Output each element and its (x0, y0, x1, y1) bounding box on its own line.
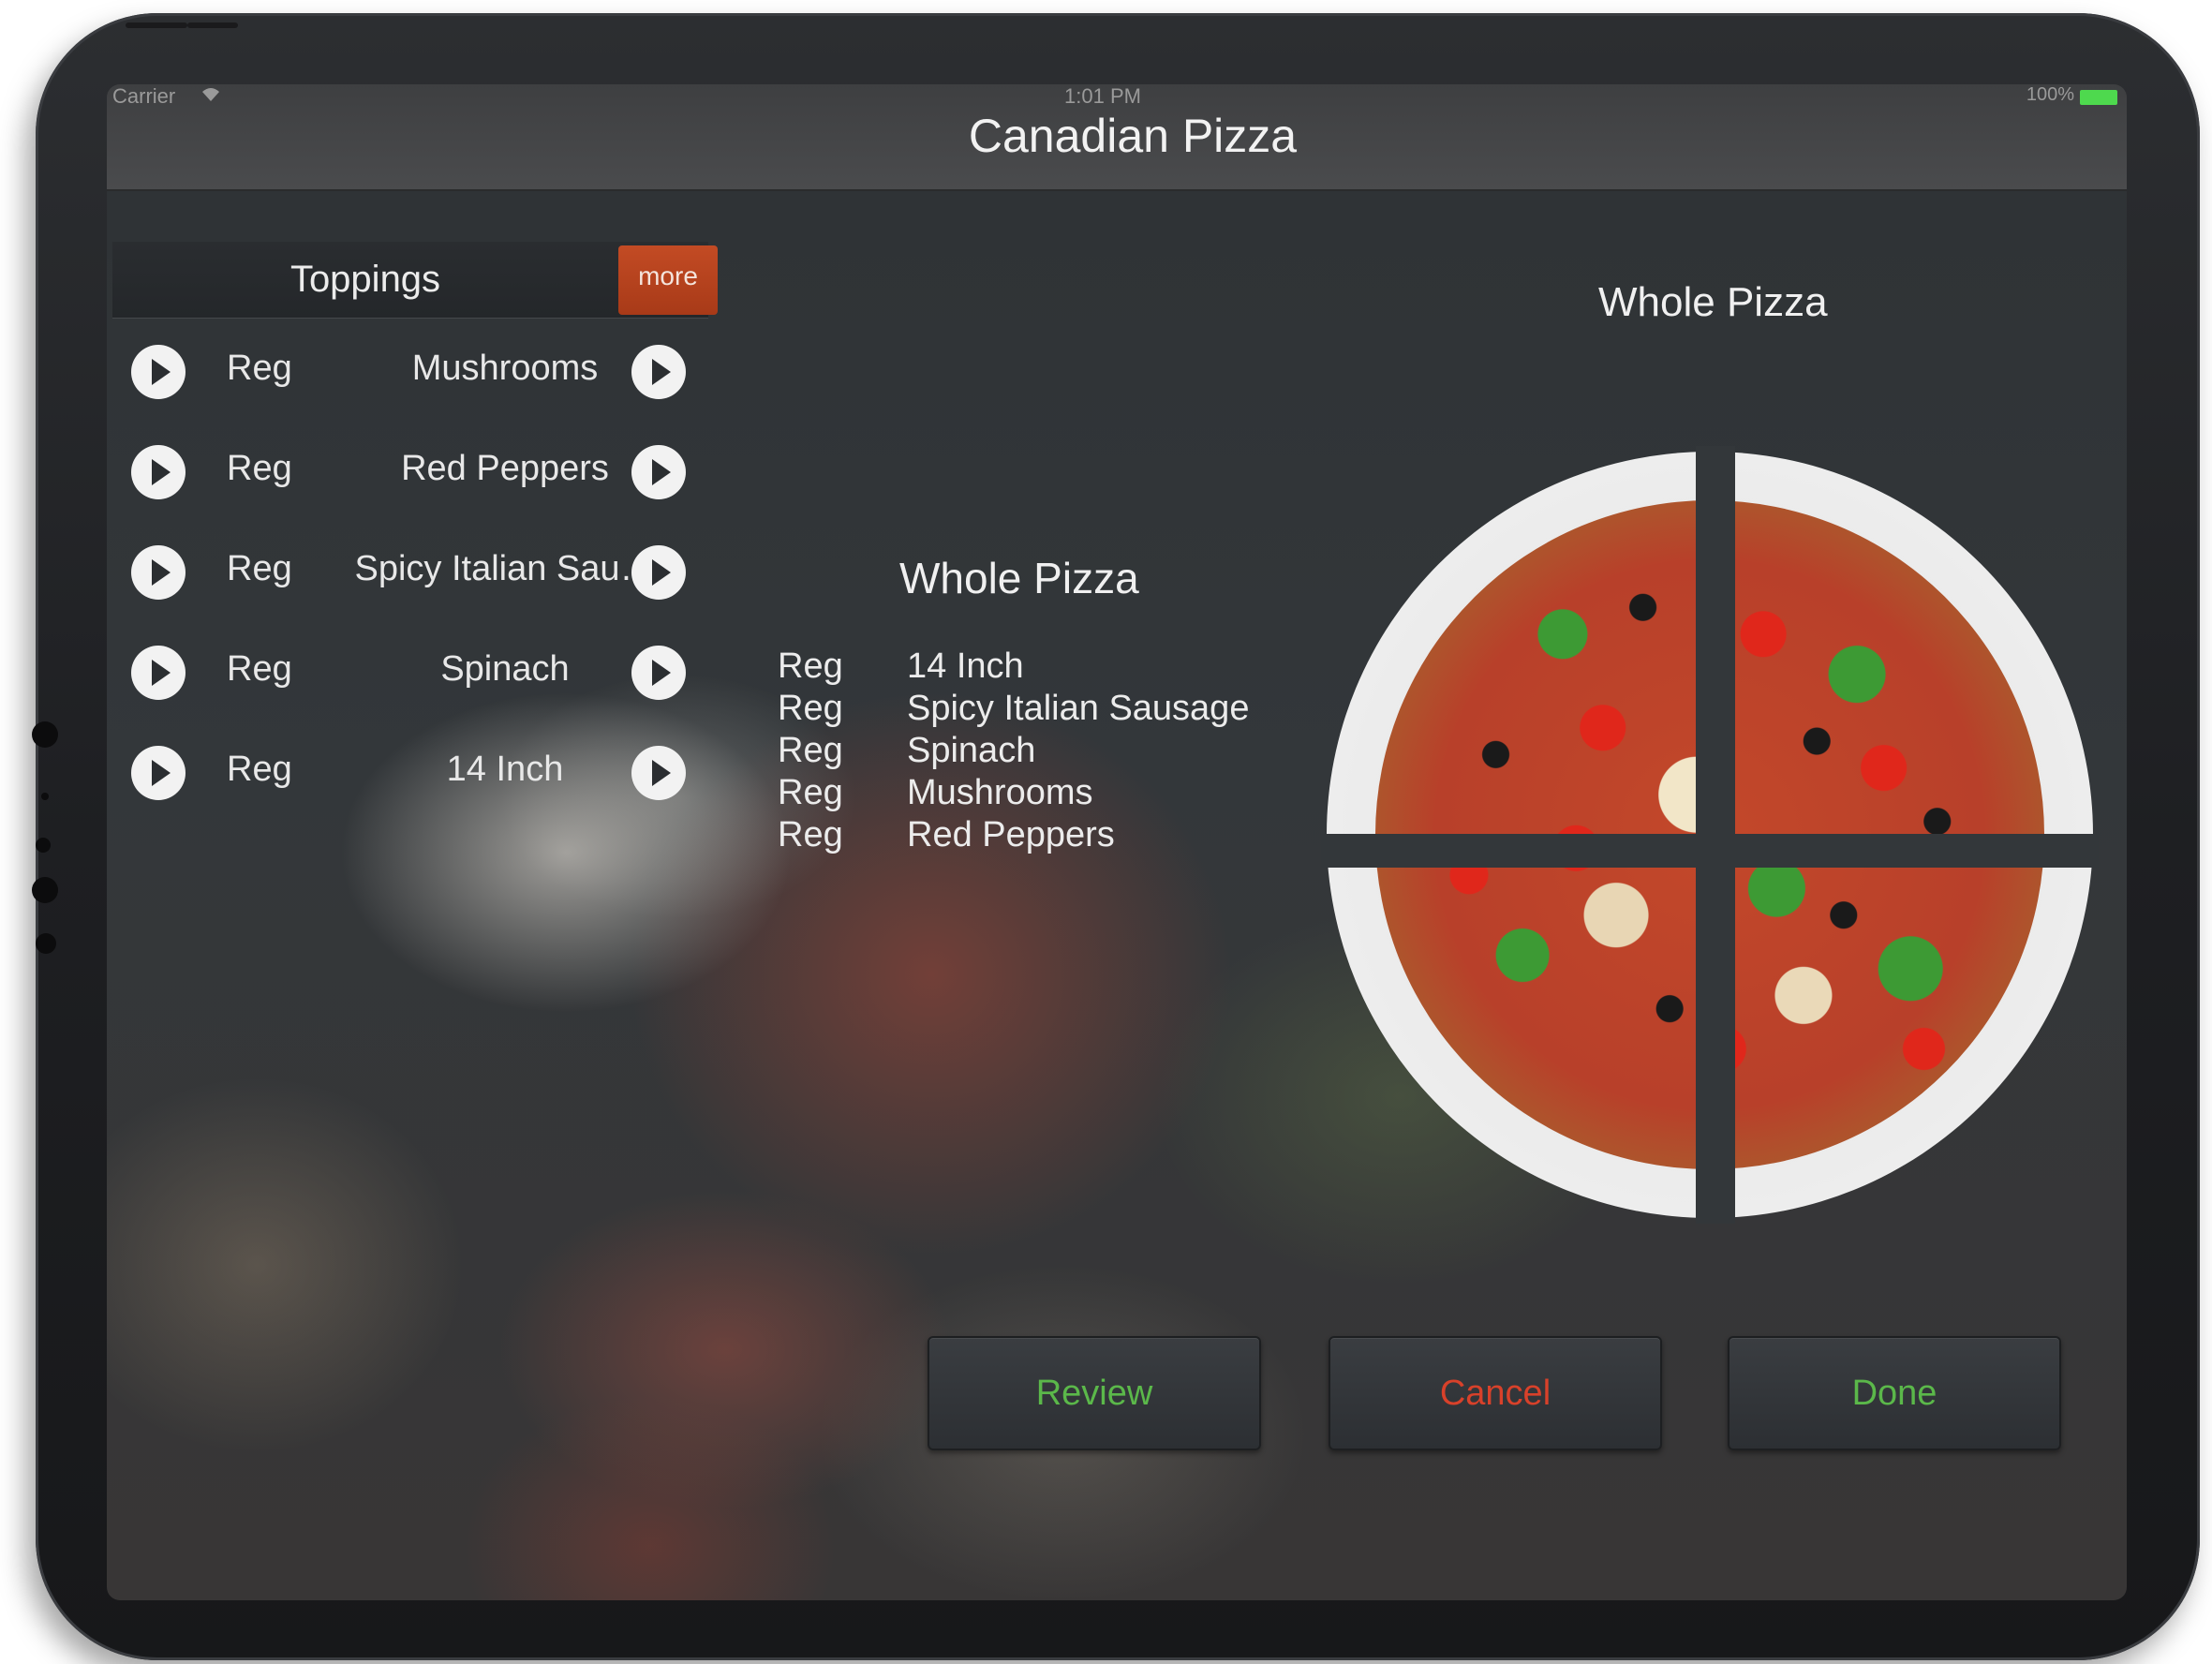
topping-portion: Reg (227, 750, 292, 789)
summary-portion: Reg (778, 646, 843, 686)
review-button[interactable]: Review (928, 1336, 1261, 1450)
summary-title: Whole Pizza (899, 554, 1139, 602)
side-button (32, 721, 58, 748)
navigation-bar: Carrier 1:01 PM 100% Canadian Pizza (107, 84, 2127, 191)
summary-portion: Reg (778, 689, 843, 728)
pizza-divider-horizontal (1321, 834, 2099, 868)
page-title: Canadian Pizza (968, 110, 1298, 162)
play-left-icon[interactable] (131, 345, 186, 399)
status-time: 1:01 PM (1064, 84, 1141, 108)
pizza-title: Whole Pizza (1598, 279, 1828, 325)
summary-name: 14 Inch (907, 646, 1024, 686)
topping-portion: Reg (227, 449, 292, 488)
play-left-icon[interactable] (131, 746, 186, 800)
pizza-selector[interactable] (1321, 446, 2099, 1224)
play-left-icon[interactable] (131, 646, 186, 700)
summary-name: Spicy Italian Sausage (907, 689, 1250, 728)
play-right-icon[interactable] (631, 646, 686, 700)
play-right-icon[interactable] (631, 746, 686, 800)
side-sensor (36, 838, 51, 853)
topping-portion: Reg (227, 349, 292, 388)
summary-portion: Reg (778, 773, 843, 812)
summary-portion: Reg (778, 731, 843, 770)
toppings-header: Toppings more (112, 242, 718, 319)
topping-row[interactable]: Reg 14 Inch (107, 740, 725, 806)
topping-row[interactable]: Reg Spicy Italian Sau… (107, 540, 725, 605)
side-sensor (41, 793, 49, 800)
play-right-icon[interactable] (631, 345, 686, 399)
topping-portion: Reg (227, 549, 292, 588)
volume-button-top-2 (187, 22, 238, 28)
volume-button-top (126, 22, 187, 28)
topping-portion: Reg (227, 649, 292, 689)
play-right-icon[interactable] (631, 445, 686, 499)
battery-icon (2080, 90, 2117, 105)
battery-label: 100% (2026, 84, 2074, 105)
more-button[interactable]: more (618, 245, 718, 315)
side-button (36, 933, 56, 954)
topping-row[interactable]: Reg Mushrooms (107, 339, 725, 405)
done-button[interactable]: Done (1728, 1336, 2061, 1450)
play-left-icon[interactable] (131, 545, 186, 600)
topping-row[interactable]: Reg Spinach (107, 640, 725, 706)
side-button (32, 877, 58, 903)
play-left-icon[interactable] (131, 445, 186, 499)
topping-row[interactable]: Reg Red Peppers (107, 439, 725, 505)
app-screen: Carrier 1:01 PM 100% Canadian Pizza Topp… (107, 84, 2127, 1600)
summary-name: Red Peppers (907, 815, 1115, 854)
toppings-title: Toppings (289, 259, 441, 300)
summary-portion: Reg (778, 815, 843, 854)
cancel-button[interactable]: Cancel (1329, 1336, 1662, 1450)
summary-name: Mushrooms (907, 773, 1093, 812)
summary-name: Spinach (907, 731, 1036, 770)
play-right-icon[interactable] (631, 545, 686, 600)
